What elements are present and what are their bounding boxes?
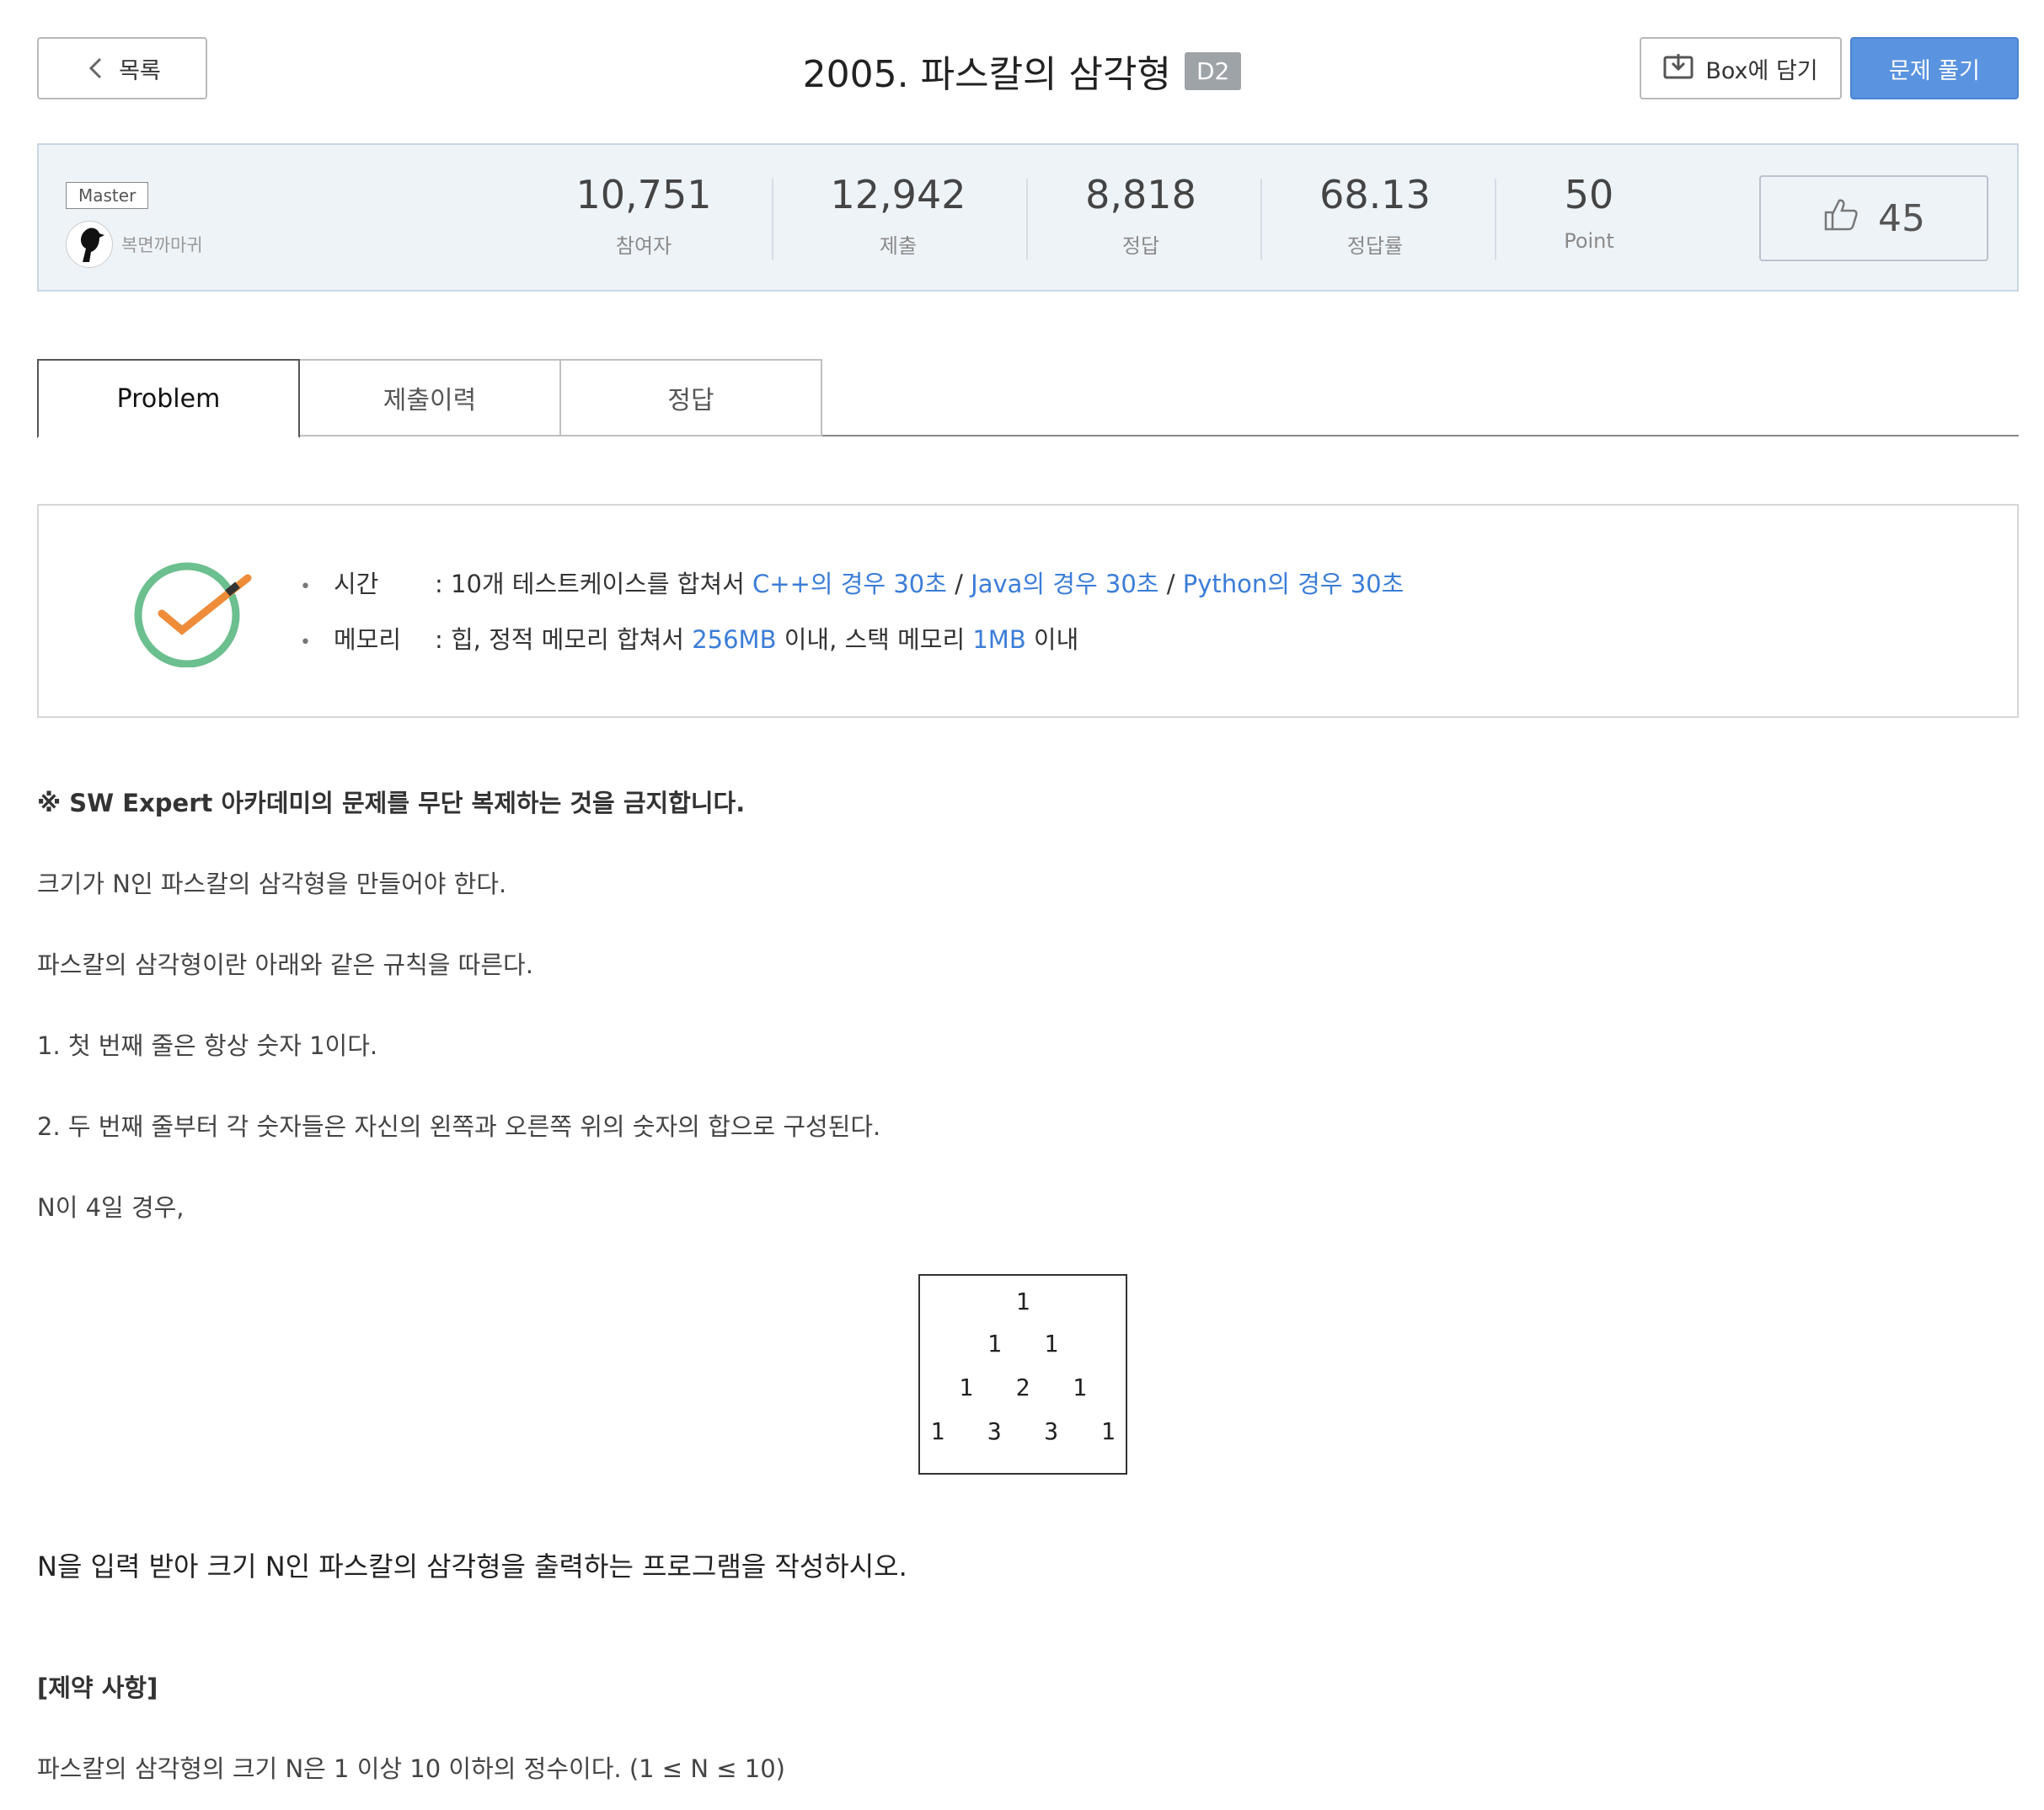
tab-submission-history[interactable]: 제출이력: [298, 359, 561, 436]
memory-limit-heap: 256MB: [692, 625, 777, 654]
triangle-row: 1 1: [987, 1330, 1059, 1358]
constraints-text: 파스칼의 삼각형의 크기 N은 1 이상 10 이하의 정수이다. (1 ≤ N…: [37, 1754, 785, 1783]
memory-limit-key: 메모리: [334, 625, 402, 654]
stat-label: Point: [1564, 229, 1614, 253]
tab-problem[interactable]: Problem: [37, 359, 300, 438]
problem-rule: 1. 첫 번째 줄은 항상 숫자 1이다.: [37, 1031, 378, 1060]
problem-task: N을 입력 받아 크기 N인 파스칼의 삼각형을 출력하는 프로그램을 작성하시…: [37, 1550, 907, 1582]
stat-label: 제출: [879, 234, 918, 258]
author-info[interactable]: 복면까마귀: [66, 221, 203, 268]
stat-correct: 8,818 정답: [1023, 172, 1259, 259]
crow-icon: [81, 228, 104, 262]
triangle-row: 1 3 3 1: [930, 1417, 1116, 1445]
problem-paragraph: 크기가 N인 파스칼의 삼각형을 만들어야 한다.: [37, 870, 507, 898]
memory-limit-stack: 1MB: [972, 625, 1026, 654]
stat-accuracy: 68.13 정답률: [1257, 172, 1493, 259]
author-avatar: [66, 221, 113, 268]
time-limit-sep: /: [1158, 570, 1183, 598]
problem-rule: 2. 두 번째 줄부터 각 숫자들은 자신의 왼쪽과 오른쪽 위의 숫자의 합으…: [37, 1112, 881, 1141]
stat-participants: 10,751 참여자: [526, 172, 762, 259]
download-box-icon: [1663, 52, 1694, 85]
stat-label: 정답률: [1346, 234, 1404, 258]
page-title: 2005. 파스칼의 삼각형: [802, 53, 1171, 96]
copyright-notice: ※ SW Expert 아카데미의 문제를 무단 복제하는 것을 금지합니다.: [37, 789, 746, 817]
memory-limit-suffix: 이내: [1025, 625, 1079, 654]
add-to-box-button[interactable]: Box에 담기: [1640, 37, 1842, 99]
stat-submissions: 12,942 제출: [780, 172, 1016, 259]
time-limit-prefix: : 10개 테스트케이스를 합쳐서: [435, 570, 753, 598]
time-limit-sep: /: [946, 570, 971, 598]
triangle-row: 1 2 1: [959, 1374, 1087, 1401]
solve-problem-button[interactable]: 문제 풀기: [1850, 37, 2019, 99]
author-rank-badge: Master: [66, 182, 149, 209]
stat-label: 참여자: [615, 234, 672, 258]
problem-stats-bar: Master 복면까마귀 10,751 참여자 12,942 제출 8,818 …: [37, 143, 2019, 292]
time-limit-python: Python의 경우 30초: [1182, 570, 1405, 598]
author-name: 복면까마귀: [121, 235, 203, 255]
tab-answer[interactable]: 정답: [559, 359, 822, 436]
level-badge: D2: [1184, 51, 1242, 90]
check-circle-icon: [134, 562, 252, 667]
constraints-title: [제약 사항]: [37, 1673, 158, 1702]
stat-points: 50 Point: [1471, 172, 1707, 253]
stat-value: 50: [1564, 172, 1614, 217]
time-limit-row: • 시간 : 10개 테스트케이스를 합쳐서 C++의 경우 30초 / Jav…: [300, 565, 1404, 600]
stat-value: 12,942: [830, 172, 966, 217]
memory-limit-prefix: : 힙, 정적 메모리 합쳐서: [435, 625, 693, 654]
problem-paragraph: N이 4일 경우,: [37, 1193, 185, 1222]
memory-limit-row: • 메모리 : 힙, 정적 메모리 합쳐서 256MB 이내, 스택 메모리 1…: [300, 620, 1078, 656]
like-count: 45: [1878, 196, 1925, 240]
pascal-triangle-example: 1 1 1 1 2 1 1 3 3 1: [918, 1274, 1127, 1475]
time-limit-key: 시간: [334, 570, 379, 598]
limits-box: • 시간 : 10개 테스트케이스를 합쳐서 C++의 경우 30초 / Jav…: [37, 504, 2019, 718]
memory-limit-mid: 이내, 스택 메모리: [776, 625, 973, 654]
add-to-box-label: Box에 담기: [1705, 57, 1818, 84]
stat-value: 10,751: [575, 172, 712, 217]
bullet-icon: •: [300, 632, 311, 653]
triangle-row: 1: [1015, 1288, 1030, 1315]
stat-label: 정답: [1121, 234, 1160, 258]
time-limit-cpp: C++의 경우 30초: [752, 570, 947, 598]
stat-value: 8,818: [1085, 172, 1196, 217]
stat-divider: [772, 179, 773, 260]
problem-tabs: Problem 제출이력 정답: [37, 359, 2019, 438]
thumbs-up-icon: [1822, 195, 1859, 242]
time-limit-java: Java의 경우 30초: [971, 570, 1159, 598]
bullet-icon: •: [300, 576, 311, 597]
like-button[interactable]: 45: [1759, 175, 1988, 261]
problem-paragraph: 파스칼의 삼각형이란 아래와 같은 규칙을 따른다.: [37, 951, 533, 979]
stat-value: 68.13: [1319, 172, 1431, 217]
